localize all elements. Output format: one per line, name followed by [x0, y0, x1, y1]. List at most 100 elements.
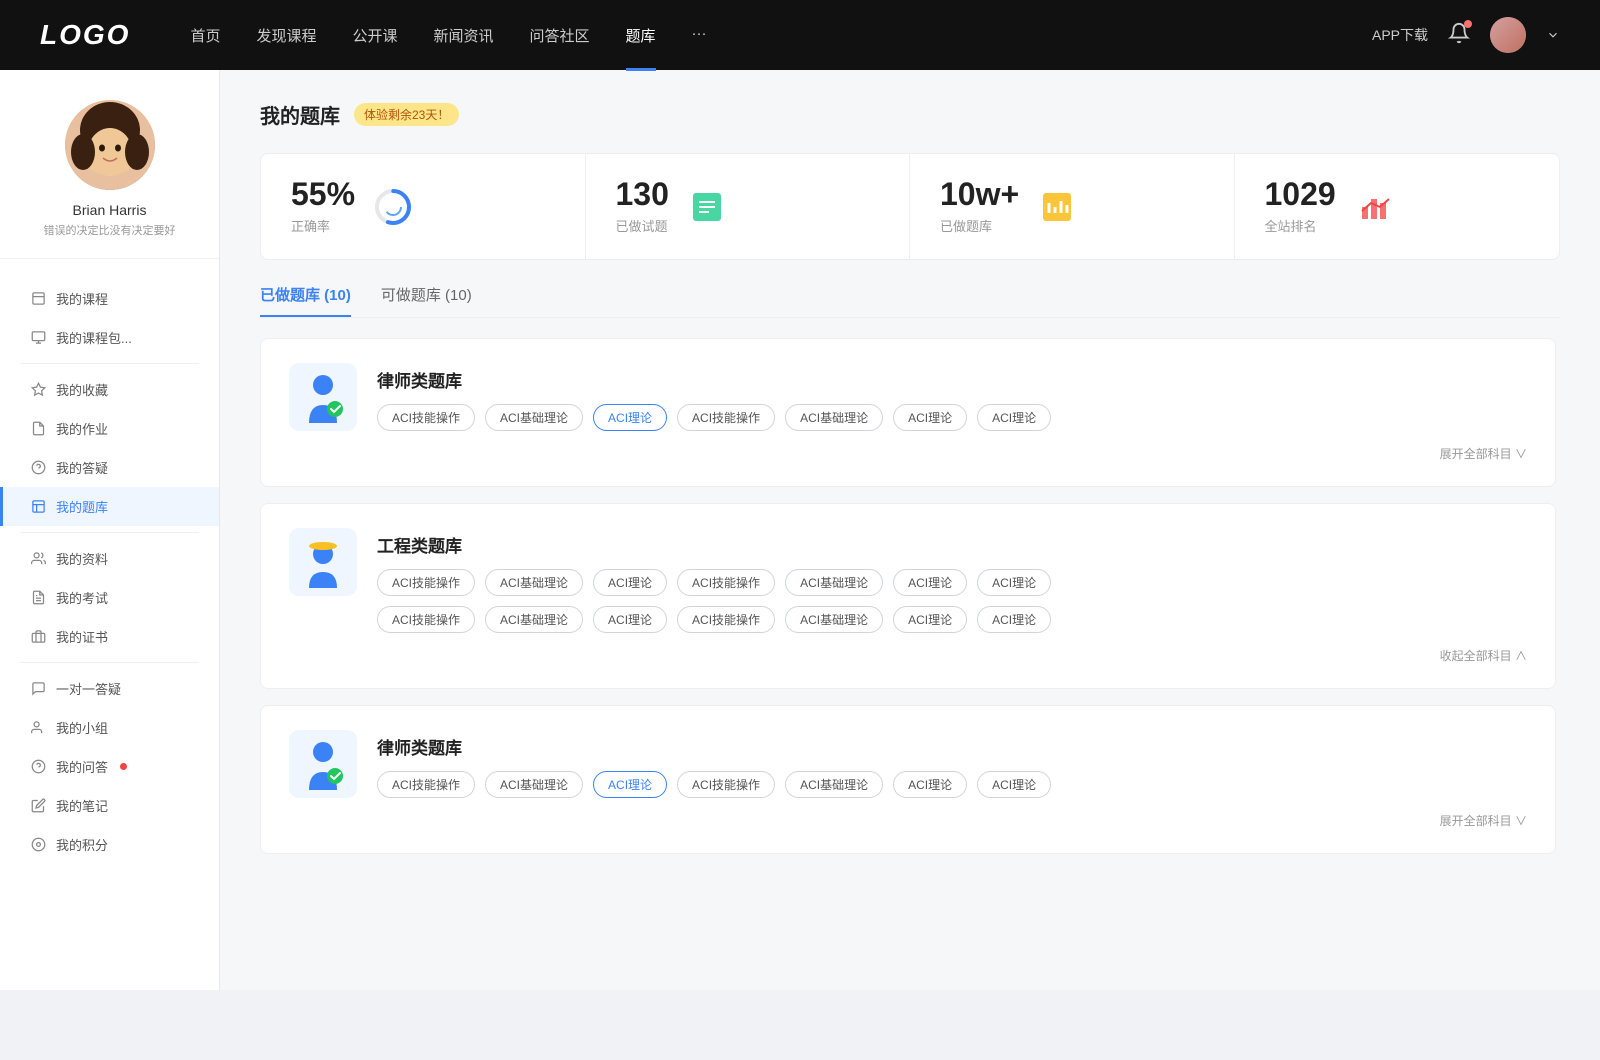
sidebar-item-favorites[interactable]: 我的收藏 — [0, 370, 219, 409]
bank-card-lawyer2: 律师类题库 ACI技能操作 ACI基础理论 ACI理论 ACI技能操作 ACI基… — [260, 705, 1556, 854]
tab-done-banks[interactable]: 已做题库 (10) — [260, 284, 351, 317]
rank-icon — [1352, 185, 1396, 229]
tag-eng1-r1-0[interactable]: ACI技能操作 — [377, 569, 475, 596]
tab-available-banks[interactable]: 可做题库 (10) — [381, 284, 472, 317]
sidebar-item-my-qa[interactable]: 我的问答 — [0, 747, 219, 786]
tag-lawyer2-4[interactable]: ACI基础理论 — [785, 771, 883, 798]
tags-engineer1-row2: ACI技能操作 ACI基础理论 ACI理论 ACI技能操作 ACI基础理论 AC… — [377, 606, 1527, 633]
tag-lawyer1-0[interactable]: ACI技能操作 — [377, 404, 475, 431]
menu-divider-3 — [20, 662, 199, 663]
nav-open-course[interactable]: 公开课 — [352, 25, 397, 46]
stat-rank: 1029 全站排名 — [1235, 154, 1560, 259]
tag-lawyer2-1[interactable]: ACI基础理论 — [485, 771, 583, 798]
nav-discover[interactable]: 发现课程 — [256, 25, 316, 46]
homework-icon — [30, 421, 46, 437]
notification-dot — [1464, 20, 1472, 28]
sidebar-item-profile[interactable]: 我的资料 — [0, 539, 219, 578]
menu-divider-1 — [20, 363, 199, 364]
tag-eng1-r2-0[interactable]: ACI技能操作 — [377, 606, 475, 633]
user-avatar[interactable] — [1490, 17, 1526, 53]
tag-eng1-r2-3[interactable]: ACI技能操作 — [677, 606, 775, 633]
avatar-dropdown-icon[interactable] — [1546, 28, 1560, 42]
tag-eng1-r1-3[interactable]: ACI技能操作 — [677, 569, 775, 596]
sidebar-item-course-packages[interactable]: 我的课程包... — [0, 318, 219, 357]
tag-eng1-r2-5[interactable]: ACI理论 — [893, 606, 967, 633]
tag-eng1-r2-2[interactable]: ACI理论 — [593, 606, 667, 633]
tag-eng1-r1-6[interactable]: ACI理论 — [977, 569, 1051, 596]
questions-done-value: 130 — [616, 178, 669, 210]
stat-questions-done: 130 已做试题 — [586, 154, 911, 259]
notification-bell[interactable] — [1448, 22, 1470, 49]
tag-lawyer1-6[interactable]: ACI理论 — [977, 404, 1051, 431]
collapse-link-engineer1[interactable]: 收起全部科目 ∧ — [289, 647, 1527, 664]
tags-engineer1-row1: ACI技能操作 ACI基础理论 ACI理论 ACI技能操作 ACI基础理论 AC… — [377, 569, 1527, 596]
sidebar-profile: Brian Harris 错误的决定比没有决定要好 — [0, 100, 219, 259]
tag-lawyer1-4[interactable]: ACI基础理论 — [785, 404, 883, 431]
nav-links: 首页 发现课程 公开课 新闻资讯 问答社区 题库 ··· — [190, 25, 1372, 46]
sidebar-item-group[interactable]: 我的小组 — [0, 708, 219, 747]
sidebar-item-homework[interactable]: 我的作业 — [0, 409, 219, 448]
bank-icon-lawyer1 — [289, 363, 357, 431]
tag-lawyer2-2[interactable]: ACI理论 — [593, 771, 667, 798]
tag-eng1-r2-6[interactable]: ACI理论 — [977, 606, 1051, 633]
tags-lawyer1: ACI技能操作 ACI基础理论 ACI理论 ACI技能操作 ACI基础理论 AC… — [377, 404, 1527, 431]
user-name: Brian Harris — [20, 202, 199, 218]
nav-qa[interactable]: 问答社区 — [530, 25, 590, 46]
bank-icon-lawyer2 — [289, 730, 357, 798]
main-content: 我的题库 体验剩余23天！ 55% 正确率 — [220, 70, 1600, 990]
page-title: 我的题库 — [260, 100, 340, 129]
accuracy-label: 正确率 — [291, 216, 355, 235]
sidebar-item-questionbank[interactable]: 我的题库 — [0, 487, 219, 526]
tag-lawyer2-5[interactable]: ACI理论 — [893, 771, 967, 798]
expand-link-lawyer1[interactable]: 展开全部科目 ∨ — [289, 445, 1527, 462]
tag-eng1-r2-4[interactable]: ACI基础理论 — [785, 606, 883, 633]
sidebar-item-qa[interactable]: 我的答疑 — [0, 448, 219, 487]
navbar: LOGO 首页 发现课程 公开课 新闻资讯 问答社区 题库 ··· APP下载 — [0, 0, 1600, 70]
bank-icon-engineer1 — [289, 528, 357, 596]
tag-lawyer1-1[interactable]: ACI基础理论 — [485, 404, 583, 431]
sidebar-item-notes[interactable]: 我的笔记 — [0, 786, 219, 825]
rank-label: 全站排名 — [1265, 216, 1336, 235]
tag-eng1-r1-2[interactable]: ACI理论 — [593, 569, 667, 596]
tag-lawyer2-0[interactable]: ACI技能操作 — [377, 771, 475, 798]
nav-more[interactable]: ··· — [692, 25, 707, 46]
qa-icon — [30, 460, 46, 476]
tag-eng1-r1-1[interactable]: ACI基础理论 — [485, 569, 583, 596]
stats-row: 55% 正确率 130 已做试题 — [260, 153, 1560, 260]
questionbank-icon — [30, 499, 46, 515]
tag-lawyer1-5[interactable]: ACI理论 — [893, 404, 967, 431]
certificate-icon — [30, 629, 46, 645]
tag-lawyer2-3[interactable]: ACI技能操作 — [677, 771, 775, 798]
bank-title-lawyer1: 律师类题库 — [377, 367, 1527, 392]
tag-eng1-r2-1[interactable]: ACI基础理论 — [485, 606, 583, 633]
notes-icon — [30, 798, 46, 814]
trial-badge: 体验剩余23天！ — [354, 103, 459, 126]
my-courses-icon — [30, 291, 46, 307]
stat-accuracy: 55% 正确率 — [261, 154, 586, 259]
sidebar-item-exam[interactable]: 我的考试 — [0, 578, 219, 617]
tag-lawyer2-6[interactable]: ACI理论 — [977, 771, 1051, 798]
logo[interactable]: LOGO — [40, 19, 130, 51]
accuracy-icon — [371, 185, 415, 229]
sidebar-item-points[interactable]: 我的积分 — [0, 825, 219, 864]
tag-eng1-r1-4[interactable]: ACI基础理论 — [785, 569, 883, 596]
bank-title-engineer1: 工程类题库 — [377, 532, 1527, 557]
course-packages-icon — [30, 330, 46, 346]
accuracy-value: 55% — [291, 178, 355, 210]
sidebar-item-certificate[interactable]: 我的证书 — [0, 617, 219, 656]
nav-news[interactable]: 新闻资讯 — [434, 25, 494, 46]
app-download-link[interactable]: APP下载 — [1372, 25, 1428, 45]
favorites-icon — [30, 382, 46, 398]
avatar — [65, 100, 155, 190]
tag-lawyer1-2[interactable]: ACI理论 — [593, 404, 667, 431]
tag-lawyer1-3[interactable]: ACI技能操作 — [677, 404, 775, 431]
sidebar-item-my-courses[interactable]: 我的课程 — [0, 279, 219, 318]
profile-icon — [30, 551, 46, 567]
expand-link-lawyer2[interactable]: 展开全部科目 ∨ — [289, 812, 1527, 829]
nav-home[interactable]: 首页 — [190, 25, 220, 46]
page-wrapper: Brian Harris 错误的决定比没有决定要好 我的课程 我的课程包... — [0, 70, 1600, 990]
banks-done-icon — [1035, 185, 1079, 229]
sidebar-item-tutor[interactable]: 一对一答疑 — [0, 669, 219, 708]
nav-questionbank[interactable]: 题库 — [626, 25, 656, 46]
tag-eng1-r1-5[interactable]: ACI理论 — [893, 569, 967, 596]
